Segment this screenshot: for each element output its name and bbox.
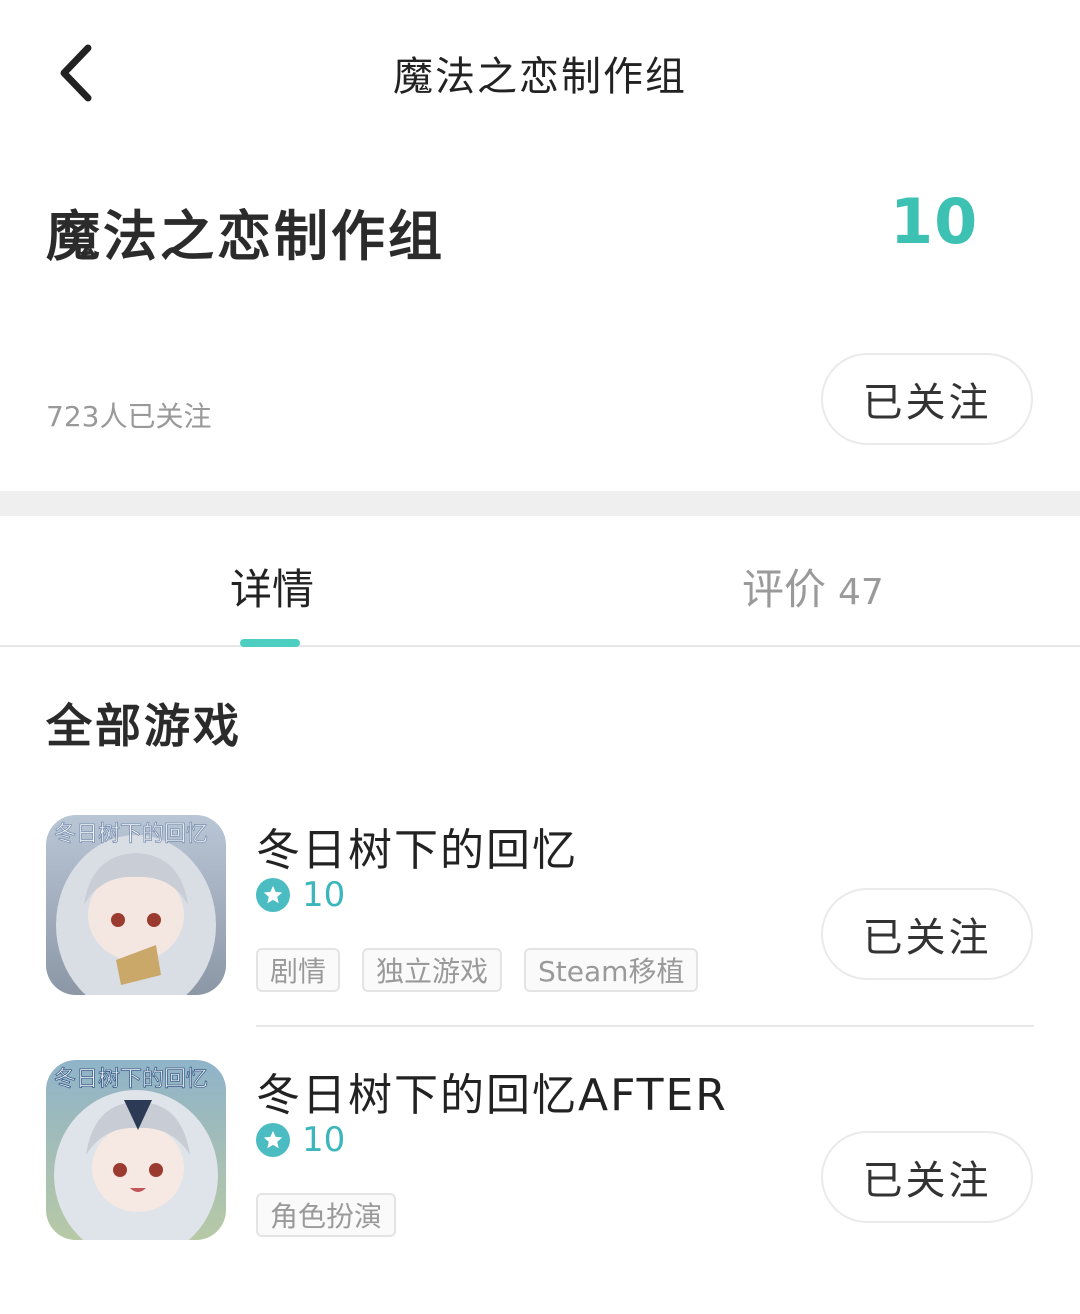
follow-game-button[interactable]: 已关注 [821,888,1033,980]
top-bar: 魔法之恋制作组 [0,0,1080,145]
tag-list: 剧情 独立游戏 Steam移植 [256,948,699,992]
tab-bar: 详情 评价 47 [0,516,1080,647]
developer-score: 10 [890,185,979,258]
developer-name: 魔法之恋制作组 [46,205,445,268]
game-title[interactable]: 冬日树下的回忆 [256,814,578,878]
list-divider [256,1025,1034,1027]
game-list-item[interactable]: 冬日树下的回忆 冬日树下的回忆 10 剧情 独立游戏 Steam移植 已关注 [0,810,1080,1010]
game-rating: 10 [256,875,345,915]
tag-list: 角色扮演 [256,1193,397,1237]
tab-details-label: 详情 [230,565,315,614]
developer-header: 魔法之恋制作组 10 723人已关注 已关注 [0,145,1080,490]
follow-developer-button[interactable]: 已关注 [821,353,1033,445]
genre-tag[interactable]: Steam移植 [524,948,699,992]
active-tab-indicator [240,639,300,647]
section-title: 全部游戏 [46,699,242,753]
genre-tag[interactable]: 独立游戏 [362,948,503,992]
game-cover-art: 冬日树下的回忆 [46,815,226,995]
game-icon[interactable]: 冬日树下的回忆 [46,1060,226,1240]
tab-reviews[interactable]: 评价 47 [742,556,884,617]
star-icon [256,1123,290,1157]
tab-details[interactable]: 详情 [230,556,314,617]
section-divider [0,491,1080,516]
icon-title-text: 冬日树下的回忆 [54,822,208,847]
genre-tag[interactable]: 角色扮演 [256,1193,397,1237]
game-icon[interactable]: 冬日树下的回忆 [46,815,226,995]
rating-value: 10 [302,875,346,915]
game-title[interactable]: 冬日树下的回忆AFTER [256,1059,728,1123]
rating-value: 10 [302,1120,346,1160]
genre-tag[interactable]: 剧情 [256,948,341,992]
game-cover-art: 冬日树下的回忆 [46,1060,226,1240]
game-rating: 10 [256,1120,345,1160]
star-icon [256,878,290,912]
follower-count: 723人已关注 [46,400,212,433]
game-list-item[interactable]: 冬日树下的回忆 冬日树下的回忆AFTER 10 角色扮演 已关注 [0,1055,1080,1255]
icon-title-text: 冬日树下的回忆 [54,1067,208,1092]
tab-reviews-label: 评价 [742,565,827,614]
follow-game-button[interactable]: 已关注 [821,1131,1033,1223]
page-title: 魔法之恋制作组 [393,54,687,100]
tab-reviews-count: 47 [838,572,884,613]
